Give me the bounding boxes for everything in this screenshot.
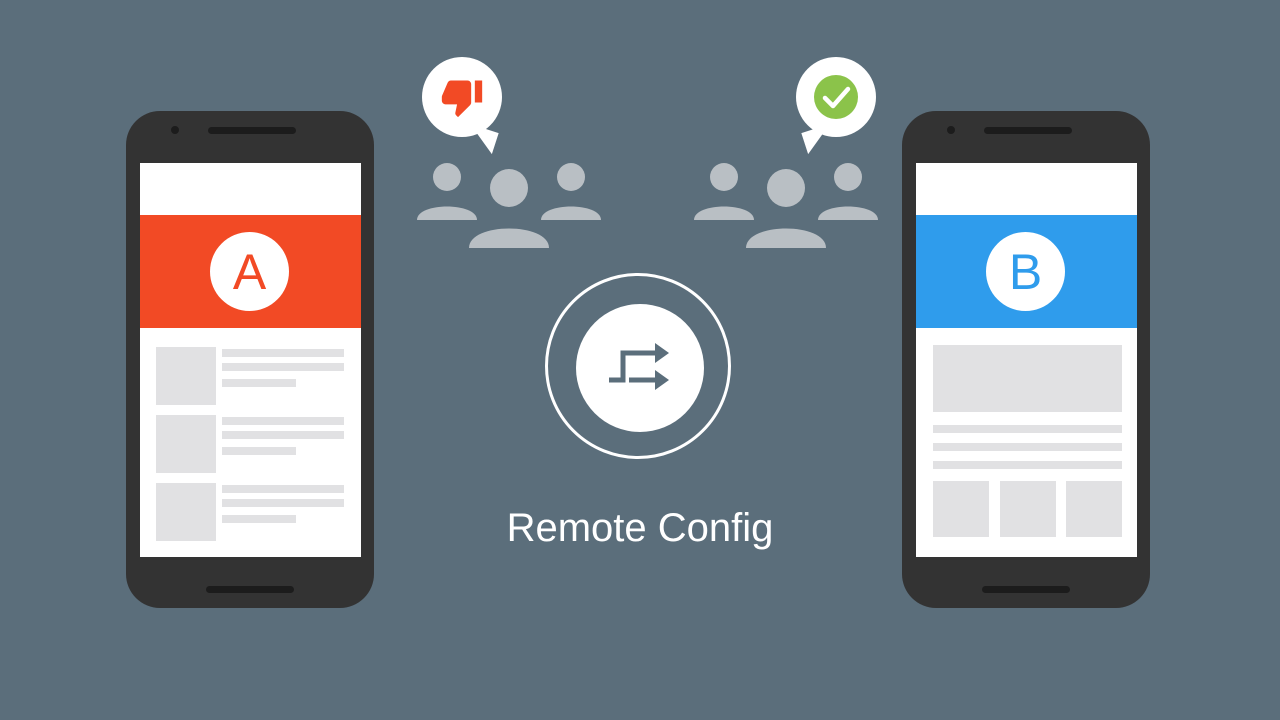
list-line [222,431,344,439]
home-bar [982,586,1070,593]
hero-image-placeholder [933,345,1122,412]
switch-arrows-icon [609,343,669,390]
list-line [222,379,296,387]
remote-config-button [576,304,704,432]
list-thumbnail [156,347,216,405]
grid-tile [1066,481,1122,537]
user-group-b [691,160,881,250]
grid-tile [933,481,989,537]
variant-a-badge: A [210,232,289,311]
list-line [222,515,296,523]
list-thumbnail [156,415,216,473]
camera [171,126,179,134]
grid-tile [1000,481,1056,537]
list-line [222,499,344,507]
speaker [984,127,1072,134]
list-line [222,447,296,455]
user-group-a [414,160,604,250]
diagram-caption: Remote Config [506,506,774,550]
people-icon [694,163,878,248]
people-icon [417,163,601,248]
camera [947,126,955,134]
banner-variant-b: B [916,215,1137,328]
text-line [933,461,1122,469]
list-line [222,485,344,493]
list-line [222,363,344,371]
list-line [222,417,344,425]
thumbs-down-icon [441,80,483,118]
feedback-bubble-negative [422,57,502,137]
text-line [933,443,1122,451]
phone-variant-b: B [902,111,1150,608]
text-line [933,425,1122,433]
home-bar [206,586,294,593]
variant-b-badge: B [986,232,1065,311]
screen-variant-a: A [140,163,361,557]
list-thumbnail [156,483,216,541]
screen-variant-b: B [916,163,1137,557]
feedback-bubble-positive [796,57,876,137]
checkmark-icon [814,75,858,119]
speaker [208,127,296,134]
phone-variant-a: A [126,111,374,608]
banner-variant-a: A [140,215,361,328]
list-line [222,349,344,357]
